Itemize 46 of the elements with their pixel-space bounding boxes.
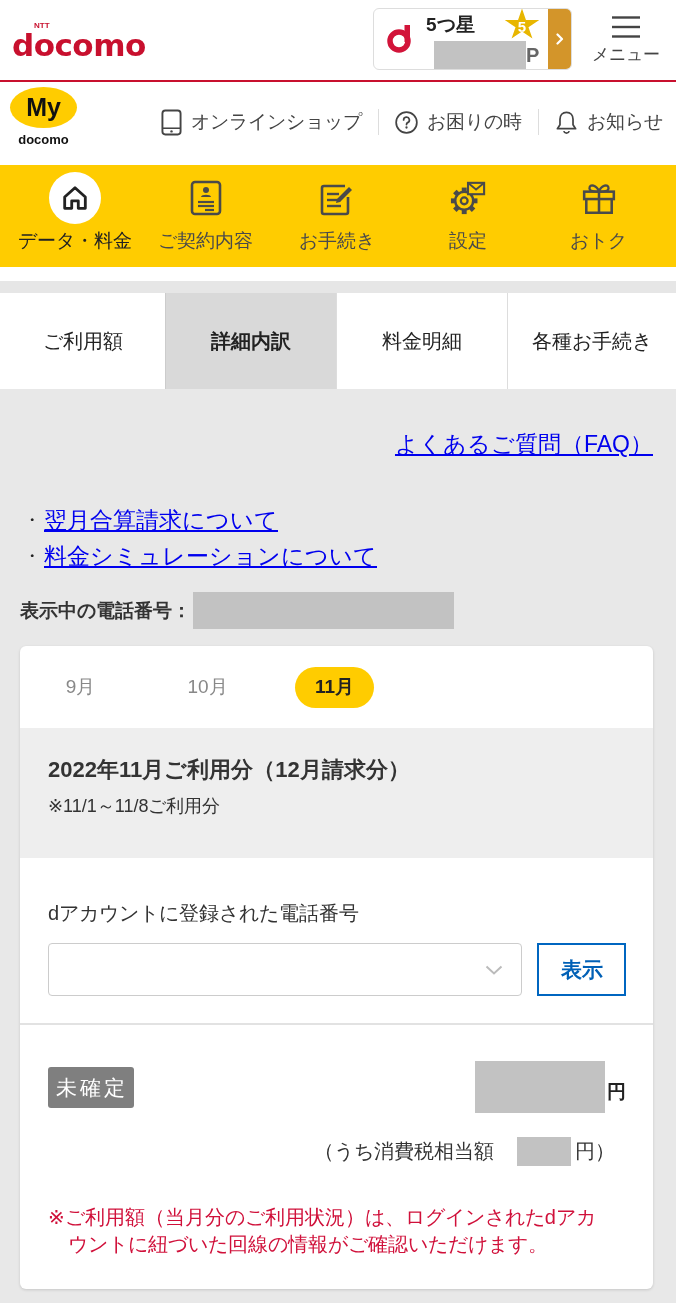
phone-number-label: 表示中の電話番号： [20, 598, 191, 623]
header-link[interactable]: お知らせ [555, 109, 663, 135]
chevron-right-icon [555, 33, 564, 45]
menu-button[interactable]: メニュー [592, 16, 660, 64]
month-tab[interactable]: 10月 [168, 666, 247, 708]
home-icon [48, 172, 101, 224]
phone-number-select[interactable] [48, 943, 522, 996]
notice-text: ※ご利用額（当月分のご利用状況）は、ログインされたdアカウントに紐づいた回線の情報がご確認いただけます。 [48, 1205, 597, 1257]
tax-label: （うち消費税相当額 [314, 1139, 494, 1164]
nav-item[interactable]: おトク [533, 165, 664, 267]
info-link[interactable]: 料金シミュレーションについて [44, 542, 377, 570]
list-bullet: ・ [22, 509, 42, 532]
show-button[interactable]: 表示 [537, 943, 626, 996]
brand-logo-text[interactable]: docomo [12, 30, 146, 60]
status-badge: 未確定 [48, 1066, 134, 1108]
month-tab[interactable]: 11月 [295, 666, 374, 708]
period-title: 2022年11月ご利用分（12月請求分） [48, 756, 411, 784]
header-link[interactable]: オンラインショップ [161, 108, 362, 136]
currency-label: 円 [607, 1081, 626, 1103]
my-logo-text: docomo [18, 133, 69, 147]
nav-item[interactable]: お手続き [271, 165, 402, 267]
period-note: ※11/1～11/8ご利用分 [48, 795, 222, 818]
points-card[interactable]: 5つ星 5 P [373, 8, 572, 70]
tab[interactable]: 詳細内訳 [165, 293, 336, 389]
nav-item[interactable]: 設定 [402, 165, 533, 267]
rank-label: 5つ星 [426, 13, 475, 37]
redacted-value [517, 1137, 571, 1166]
month-tab[interactable]: 9月 [41, 666, 120, 708]
menu-icon [612, 16, 640, 38]
info-link[interactable]: 翌月合算請求について [44, 506, 278, 534]
points-unit: P [526, 44, 540, 66]
nav-item[interactable]: データ・料金 [9, 165, 140, 267]
help-icon [395, 110, 418, 134]
list-bullet: ・ [22, 545, 42, 568]
gear-mail-icon [449, 180, 486, 216]
field-label: dアカウントに登録された電話番号 [48, 901, 361, 926]
points-arrow-button[interactable] [548, 9, 571, 69]
faq-link[interactable]: よくあるご質問（FAQ） [395, 430, 653, 458]
chevron-down-icon [485, 964, 503, 975]
nav-item[interactable]: ご契約内容 [140, 165, 271, 267]
my-logo-badge[interactable]: My [10, 87, 77, 128]
currency-label: 円） [575, 1139, 615, 1164]
header-link[interactable]: お困りの時 [395, 109, 522, 135]
bell-icon [555, 109, 578, 135]
logo-small-text: NTT [34, 22, 50, 30]
phone-icon [161, 108, 182, 136]
